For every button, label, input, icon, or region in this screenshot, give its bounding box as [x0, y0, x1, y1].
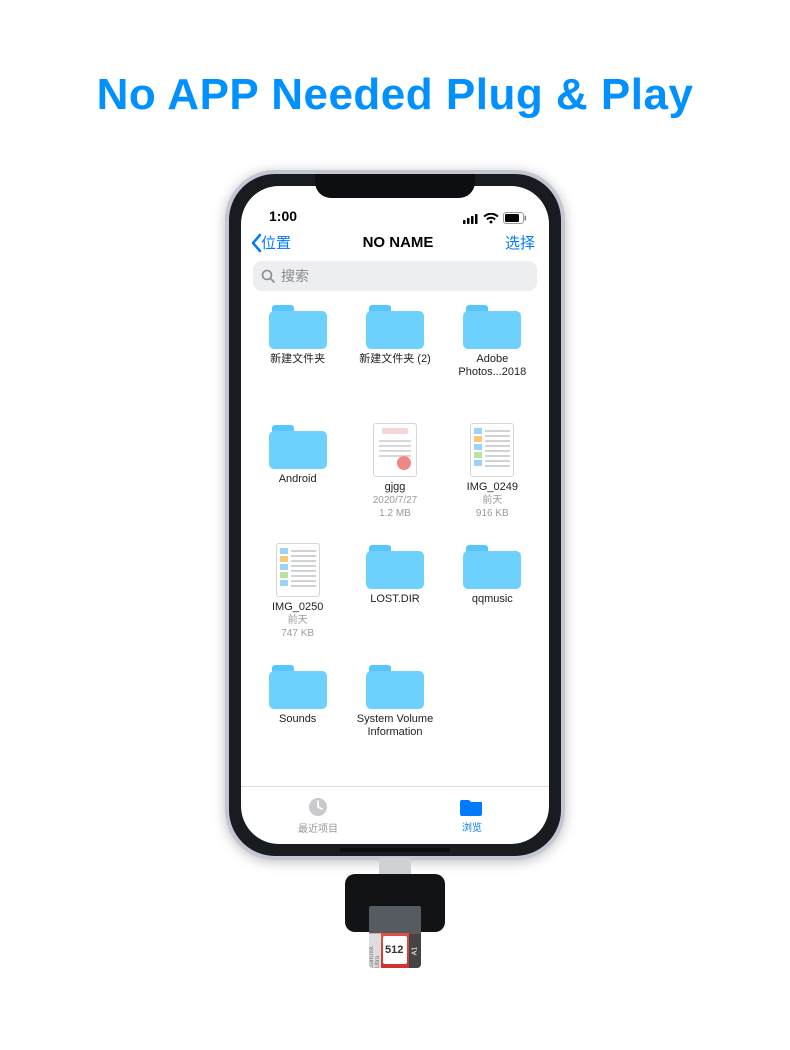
file-item[interactable]: 新建文件夹: [252, 303, 344, 366]
image-thumbnail-icon: [470, 423, 514, 477]
select-button[interactable]: 选择: [505, 232, 535, 253]
file-name: 新建文件夹: [270, 353, 325, 366]
file-meta: 2020/7/27: [373, 495, 418, 507]
file-meta: 1.2 MB: [379, 508, 411, 520]
file-name: Sounds: [279, 713, 316, 726]
search-placeholder: 搜索: [281, 266, 309, 286]
file-meta: 747 KB: [281, 628, 314, 640]
search-icon: [261, 269, 275, 283]
tab-recent[interactable]: 最近项目: [241, 787, 395, 844]
file-item[interactable]: Adobe Photos...2018: [446, 303, 538, 379]
file-item[interactable]: System Volume Information: [349, 663, 441, 739]
notch: [315, 174, 475, 198]
file-meta: 前天: [288, 615, 308, 627]
file-name: 新建文件夹 (2): [359, 353, 431, 366]
folder-icon: [366, 543, 424, 589]
document-icon: [373, 423, 417, 477]
file-item[interactable]: LOST.DIR: [349, 543, 441, 606]
back-label: 位置: [261, 232, 291, 253]
clock-icon: [307, 796, 329, 818]
signal-icon: [463, 213, 479, 224]
status-time: 1:00: [269, 208, 297, 224]
page-title: NO NAME: [363, 234, 434, 251]
tab-browse-label: 浏览: [462, 819, 482, 834]
file-name: System Volume Information: [349, 713, 441, 739]
back-button[interactable]: 位置: [249, 232, 291, 253]
files-grid[interactable]: 新建文件夹 新建文件夹 (2) Adobe Photos...2018 Android…: [241, 299, 549, 786]
sd-capacity: 512: [383, 936, 407, 964]
folder-icon: [463, 303, 521, 349]
folder-icon: [269, 423, 327, 469]
sd-brand: SanDisk Ultra: [369, 933, 381, 968]
file-meta: 前天: [482, 495, 502, 507]
phone-frame: 1:00 位置 NO NAME: [225, 170, 565, 860]
screen: 1:00 位置 NO NAME: [241, 186, 549, 844]
file-name: gjgg: [385, 481, 406, 494]
file-meta: 916 KB: [476, 508, 509, 520]
file-name: IMG_0250: [272, 601, 323, 614]
tab-bar: 最近项目 浏览: [241, 786, 549, 844]
file-item[interactable]: 新建文件夹 (2): [349, 303, 441, 366]
file-item[interactable]: Sounds: [252, 663, 344, 726]
file-name: Android: [279, 473, 317, 486]
file-name: IMG_0249: [467, 481, 518, 494]
file-item[interactable]: IMG_0249前天916 KB: [446, 423, 538, 520]
file-name: qqmusic: [472, 593, 513, 606]
folder-icon: [460, 797, 484, 817]
marketing-headline: No APP Needed Plug & Play: [0, 0, 790, 120]
file-item[interactable]: Android: [252, 423, 344, 486]
image-thumbnail-icon: [276, 543, 320, 597]
tab-browse[interactable]: 浏览: [395, 787, 549, 844]
folder-icon: [366, 303, 424, 349]
file-name: Adobe Photos...2018: [446, 353, 538, 379]
wifi-icon: [483, 213, 499, 224]
search-input[interactable]: 搜索: [253, 261, 537, 291]
folder-icon: [269, 663, 327, 709]
folder-icon: [366, 663, 424, 709]
sd-card: SanDisk Ultra 512 A1: [369, 906, 421, 968]
folder-icon: [463, 543, 521, 589]
phone-mockup: 1:00 位置 NO NAME: [225, 170, 565, 932]
folder-icon: [269, 303, 327, 349]
nav-bar: 位置 NO NAME 选择: [241, 226, 549, 261]
file-item[interactable]: qqmusic: [446, 543, 538, 606]
card-reader-adapter: SanDisk Ultra 512 A1: [345, 858, 445, 932]
home-indicator: [340, 848, 450, 852]
file-item[interactable]: gjgg2020/7/271.2 MB: [349, 423, 441, 520]
file-item[interactable]: IMG_0250前天747 KB: [252, 543, 344, 640]
file-name: LOST.DIR: [370, 593, 420, 606]
battery-icon: [503, 212, 527, 224]
tab-recent-label: 最近项目: [298, 820, 338, 835]
sd-spec: A1: [409, 933, 421, 968]
